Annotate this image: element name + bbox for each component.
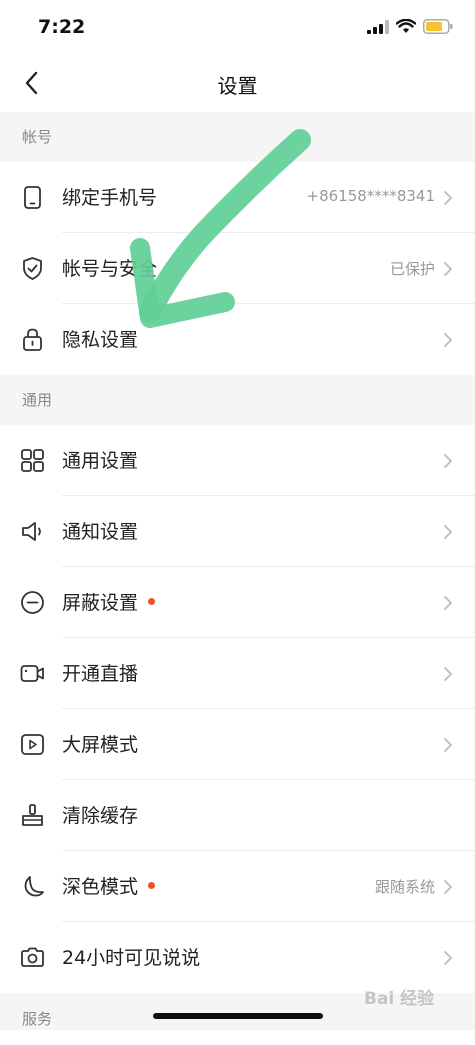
home-indicator[interactable] [153,1013,323,1019]
chevron-right-icon [444,667,452,681]
row-label: 清除缓存 [62,805,139,827]
moon-icon [24,876,44,897]
chevron-right-icon [444,951,452,965]
row-24h-moments[interactable]: 24小时可见说说 [0,922,475,993]
row-label-text: 深色模式 [62,876,139,898]
play-screen-icon [21,734,44,755]
row-notification-settings[interactable]: 通知设置 [0,496,475,567]
chevron-right-icon [444,191,452,205]
row-big-screen-mode[interactable]: 大屏模式 [0,709,475,780]
page-title: 设置 [217,74,258,98]
row-label: 24小时可见说说 [62,947,201,969]
video-camera-icon [20,665,44,682]
chevron-right-icon [444,738,452,752]
phone-number-value: +86158****8341 [306,187,435,205]
chevron-right-icon [444,454,452,468]
row-label: 屏蔽设置 [62,588,156,615]
row-label: 大屏模式 [62,734,139,756]
broom-icon [22,804,43,826]
row-label: 深色模式 [62,872,156,899]
battery-icon [423,19,453,34]
watermark-text: Bai 经验 [364,989,435,1009]
security-status-value: 已保护 [389,260,435,278]
chevron-right-icon [444,262,452,276]
grid-icon [21,449,44,472]
row-clear-cache[interactable]: 清除缓存 [0,780,475,851]
row-label: 隐私设置 [62,329,139,351]
shield-check-icon [23,257,42,280]
speaker-icon [22,522,41,541]
row-general-settings[interactable]: 通用设置 [0,425,475,496]
row-account-security[interactable]: 帐号与安全 已保护 [0,233,475,304]
nav-bar: 设置 [0,56,475,112]
chevron-right-icon [444,525,452,539]
camera-icon [21,947,44,967]
status-icons [367,19,453,34]
section-header-account: 帐号 [0,112,475,162]
row-label: 绑定手机号 [62,187,158,209]
red-dot-badge [148,882,156,889]
row-label: 开通直播 [62,663,139,685]
chevron-right-icon [444,333,452,347]
chevron-right-icon [444,880,452,894]
row-bind-phone[interactable]: 绑定手机号 +86158****8341 [0,162,475,233]
wifi-icon [396,19,416,33]
row-label: 通知设置 [62,521,139,543]
row-label: 帐号与安全 [62,258,158,280]
lock-icon [23,328,42,351]
row-blocking-settings[interactable]: 屏蔽设置 [0,567,475,638]
row-label-text: 屏蔽设置 [62,592,139,614]
dark-mode-value: 跟随系统 [374,878,435,896]
phone-icon [24,186,41,209]
section-header-general: 通用 [0,375,475,425]
row-label: 通用设置 [62,450,139,472]
row-dark-mode[interactable]: 深色模式 跟随系统 [0,851,475,922]
row-privacy-settings[interactable]: 隐私设置 [0,304,475,375]
cellular-signal-icon [367,19,389,34]
status-time: 7:22 [38,16,86,38]
red-dot-badge [148,598,156,605]
chevron-right-icon [444,596,452,610]
minus-circle-icon [21,591,44,614]
row-open-live[interactable]: 开通直播 [0,638,475,709]
status-bar: 7:22 [0,0,475,56]
